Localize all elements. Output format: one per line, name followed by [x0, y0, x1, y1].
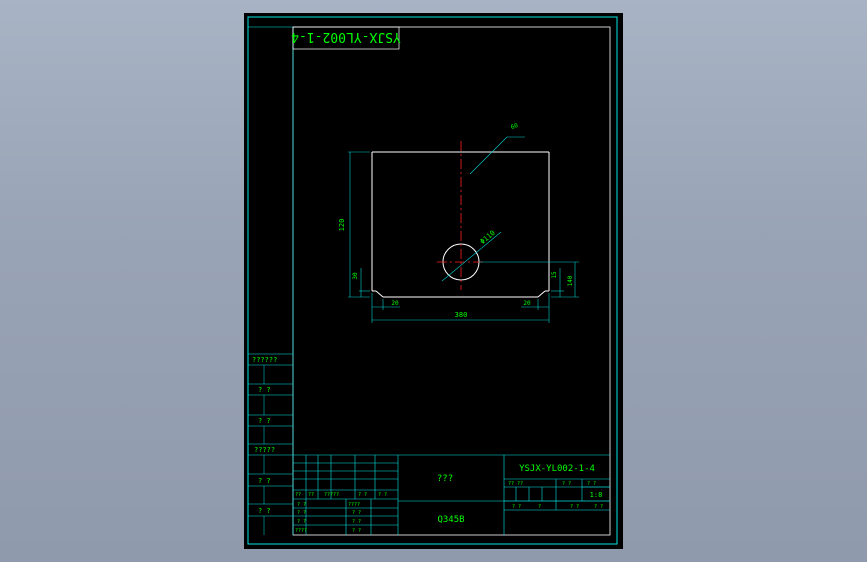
drawing-sheet: YSJX-YL002-1-4 ?????? ? ? ? ? ????? ? ? …: [244, 13, 623, 549]
title-row-right-label: ????: [348, 502, 360, 508]
left-strip: ?????? ? ? ? ? ????? ? ? ? ?: [248, 353, 293, 535]
left-strip-label: ??????: [252, 356, 277, 364]
rev-header-cell: ?????: [324, 492, 339, 498]
dim-height: 120: [338, 219, 346, 232]
rev-header-cell: ??: [308, 492, 314, 498]
material: Q345B: [437, 515, 464, 525]
info-bottom-label: ?: [538, 504, 541, 510]
info-bottom-label: ? ?: [594, 504, 603, 510]
left-strip-label: ? ?: [258, 386, 271, 394]
title-row-label: ? ?: [297, 510, 306, 516]
dim-right-notch: 20: [523, 300, 531, 307]
part-geometry: [371, 151, 550, 298]
dim-overall-width: 380: [455, 311, 468, 319]
rev-header-cell: ? ?: [358, 492, 367, 498]
mirrored-code: YSJX-YL002-1-4: [291, 29, 401, 44]
dim-left-leg: 30: [352, 272, 359, 280]
drawing-canvas: YSJX-YL002-1-4 ?????? ? ? ? ? ????? ? ? …: [247, 16, 618, 545]
dim-right-leg: 15: [551, 271, 558, 279]
title-row-label: ? ?: [297, 519, 306, 525]
dimensions: [348, 136, 579, 323]
left-strip-label: ? ?: [258, 507, 271, 515]
info-label: ?? ??: [508, 481, 523, 487]
left-strip-label: ? ?: [258, 477, 271, 485]
title-row-label: ????: [295, 528, 307, 534]
info-label: ? ?: [587, 481, 596, 487]
title-row-label: ? ?: [297, 502, 306, 508]
dim-right-offset: 140: [567, 275, 574, 286]
dim-leader-top: 60: [510, 122, 520, 131]
part-code: YSJX-YL002-1-4: [519, 464, 595, 474]
rev-header-cell: ??: [295, 492, 301, 498]
dim-left-notch: 20: [391, 300, 399, 307]
title-row-right-label: ? ?: [352, 528, 361, 534]
left-strip-label: ?????: [254, 446, 275, 454]
title-row-right-label: ? ?: [352, 519, 361, 525]
info-bottom-label: ? ?: [512, 504, 521, 510]
dimension-labels: 120 30 380 20 20 140 15 Φ110 60: [338, 122, 574, 319]
left-strip-label: ? ?: [258, 417, 271, 425]
info-bottom-label: ? ?: [570, 504, 579, 510]
rev-header-cell: ? ?: [378, 492, 387, 498]
scale: 1:8: [590, 491, 603, 499]
inner-border: [292, 26, 611, 536]
info-label: ? ?: [562, 481, 571, 487]
part-name: ???: [437, 474, 453, 484]
title-row-right-label: ? ?: [352, 510, 361, 516]
